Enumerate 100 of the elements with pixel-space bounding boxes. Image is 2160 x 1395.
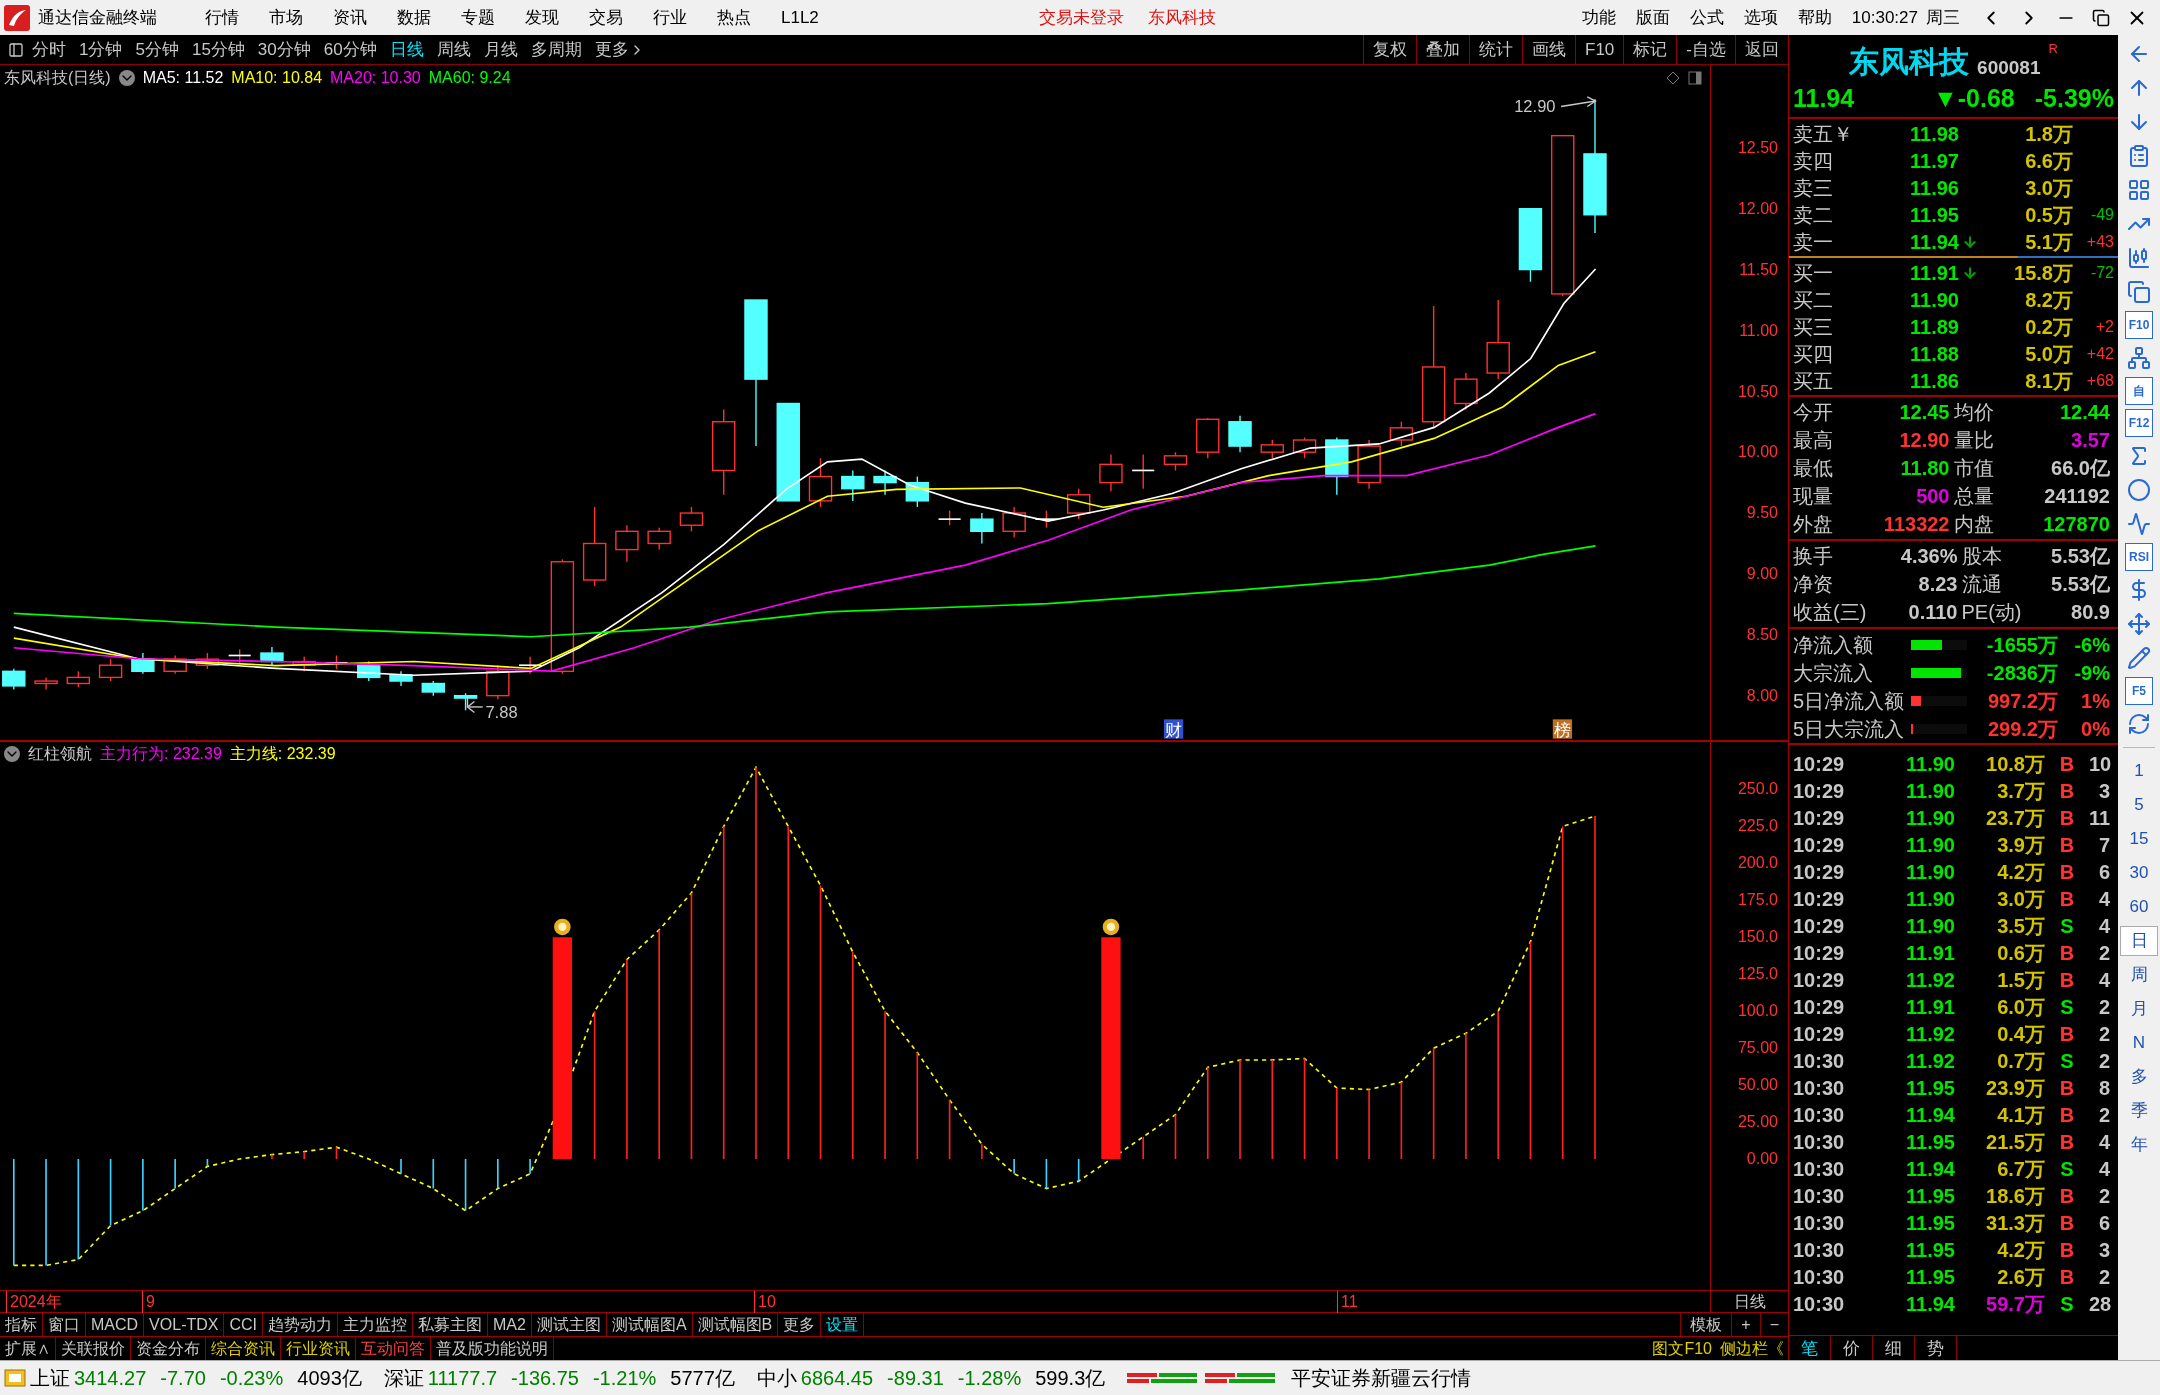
event-marker[interactable]: 榜: [1552, 719, 1573, 740]
side-tool-button[interactable]: F10: [2125, 311, 2153, 339]
stat-label: 最高: [1793, 428, 1834, 453]
indicator-tab[interactable]: 更多: [778, 1313, 822, 1336]
menu-item[interactable]: 公式: [1689, 4, 1724, 31]
side-tool-button[interactable]: RSI: [2125, 543, 2153, 571]
menu-item[interactable]: 市场: [269, 4, 303, 31]
menu-item[interactable]: 选项: [1743, 4, 1778, 31]
menu-item[interactable]: 热点: [717, 4, 751, 31]
period-button[interactable]: 月: [2120, 994, 2158, 1024]
indicator-tab[interactable]: 主力监控: [338, 1313, 413, 1336]
period-button[interactable]: 1: [2120, 756, 2158, 786]
indicator-tab[interactable]: 私募主图: [413, 1313, 488, 1336]
candlestick: [808, 457, 833, 508]
event-marker[interactable]: 财: [1163, 719, 1184, 740]
menu-item[interactable]: L1L2: [781, 4, 819, 31]
period-button[interactable]: N: [2120, 1028, 2158, 1058]
restore-icon[interactable]: [2092, 8, 2110, 27]
menu-item[interactable]: 专题: [461, 4, 495, 31]
template-button[interactable]: −: [1759, 1313, 1788, 1336]
period-tab[interactable]: 分时: [32, 36, 66, 63]
candlestick: [66, 670, 91, 688]
trade-side: S: [2059, 914, 2075, 939]
panel-toggle-icon[interactable]: [8, 41, 24, 58]
stat-label: 总量: [1953, 484, 1995, 509]
period-button[interactable]: 15: [2120, 824, 2158, 854]
stat-value: 80.9: [2070, 600, 2111, 625]
index-percent: -0.23%: [219, 1366, 284, 1391]
template-button[interactable]: 模板: [1680, 1313, 1732, 1336]
info-link[interactable]: 图文F10: [1648, 1337, 1716, 1360]
period-tab[interactable]: 1分钟: [79, 36, 123, 63]
indicator-tab[interactable]: MACD: [86, 1313, 145, 1336]
period-tab[interactable]: 多周期: [530, 36, 582, 63]
menu-item[interactable]: 交易: [589, 4, 623, 31]
chart-tool-button[interactable]: 标记: [1623, 35, 1677, 64]
high-price-label: 12.90: [1514, 97, 1556, 117]
indicator-tab[interactable]: 趋势动力: [263, 1313, 338, 1336]
period-tab[interactable]: 日线: [389, 36, 424, 63]
period-button[interactable]: 多: [2120, 1062, 2158, 1092]
trade-time: 10:30: [1793, 1130, 1846, 1155]
candlestick: [195, 652, 220, 670]
flow-amount: 997.2万: [1986, 689, 2058, 714]
dropdown-icon[interactable]: [4, 746, 20, 762]
menu-item[interactable]: 功能: [1581, 4, 1616, 31]
indicator-tab[interactable]: 指标: [0, 1313, 43, 1336]
period-button[interactable]: 年: [2120, 1130, 2158, 1160]
chart-tool-button[interactable]: F10: [1575, 35, 1624, 64]
indicator-tab[interactable]: 设置: [821, 1313, 865, 1336]
chart-tool-button[interactable]: 叠加: [1416, 35, 1470, 64]
indicator-tab[interactable]: 窗口: [43, 1313, 86, 1336]
chart-tool-button[interactable]: 画线: [1522, 35, 1576, 64]
template-button[interactable]: +: [1731, 1313, 1760, 1336]
trade-count: 28: [2089, 1292, 2113, 1317]
indicator-tab[interactable]: CCI: [224, 1313, 263, 1336]
trade-count: 11: [2089, 806, 2112, 831]
indicator-tab[interactable]: 测试主图: [531, 1313, 607, 1336]
diamond-icon[interactable]: [1666, 70, 1680, 85]
period-tab[interactable]: 月线: [483, 36, 518, 63]
period-button[interactable]: 季: [2120, 1096, 2158, 1126]
period-tab[interactable]: 周线: [436, 36, 471, 63]
menu-item[interactable]: 资讯: [333, 4, 367, 31]
trade-time: 10:29: [1793, 779, 1846, 804]
indicator-tab[interactable]: VOL-TDX: [144, 1313, 225, 1336]
chart-tool-button[interactable]: -自选: [1676, 35, 1735, 64]
info-link[interactable]: 侧边栏《: [1716, 1337, 1788, 1360]
period-tab[interactable]: 5分钟: [135, 36, 179, 63]
period-button[interactable]: 日: [2120, 926, 2158, 956]
period-tab[interactable]: 更多: [594, 36, 645, 63]
side-tool-button[interactable]: 自: [2125, 377, 2153, 405]
menu-item[interactable]: 版面: [1635, 4, 1670, 31]
period-tab[interactable]: 60分钟: [323, 36, 377, 63]
chart-tool-button[interactable]: 返回: [1735, 35, 1788, 64]
dropdown-icon[interactable]: [118, 69, 135, 86]
menu-item[interactable]: 发现: [525, 4, 559, 31]
indicator-tab[interactable]: MA2: [488, 1313, 532, 1336]
candlestick: [647, 526, 671, 551]
period-tab[interactable]: 15分钟: [191, 36, 245, 63]
chart-tool-button[interactable]: 复权: [1363, 35, 1417, 64]
date-axis-label: 9: [142, 1291, 155, 1313]
trade-volume: 23.7万: [1985, 806, 2045, 831]
window-icon[interactable]: [1688, 70, 1702, 85]
trade-volume: 0.6万: [1996, 941, 2045, 966]
menu-item[interactable]: 数据: [397, 4, 431, 31]
indicator-tab[interactable]: 测试幅图A: [606, 1313, 693, 1336]
period-button[interactable]: 30: [2120, 858, 2158, 888]
trade-time: 10:30: [1793, 1184, 1846, 1209]
period-button[interactable]: 5: [2120, 790, 2158, 820]
trade-price: 11.91: [1905, 995, 1955, 1020]
period-tab[interactable]: 30分钟: [257, 36, 311, 63]
menu-item[interactable]: 行情: [205, 4, 239, 31]
stat-value: 5.53亿: [2050, 544, 2111, 569]
side-tool-button[interactable]: F5: [2125, 677, 2153, 705]
menu-item[interactable]: 行业: [653, 4, 687, 31]
chart-tool-button[interactable]: 统计: [1469, 35, 1523, 64]
period-button[interactable]: 60: [2120, 892, 2158, 922]
menu-item[interactable]: 帮助: [1797, 4, 1832, 31]
index-value: 11177.7: [427, 1366, 498, 1391]
indicator-tab[interactable]: 测试幅图B: [692, 1313, 779, 1336]
period-button[interactable]: 周: [2120, 960, 2158, 990]
side-tool-button[interactable]: F12: [2125, 409, 2153, 437]
